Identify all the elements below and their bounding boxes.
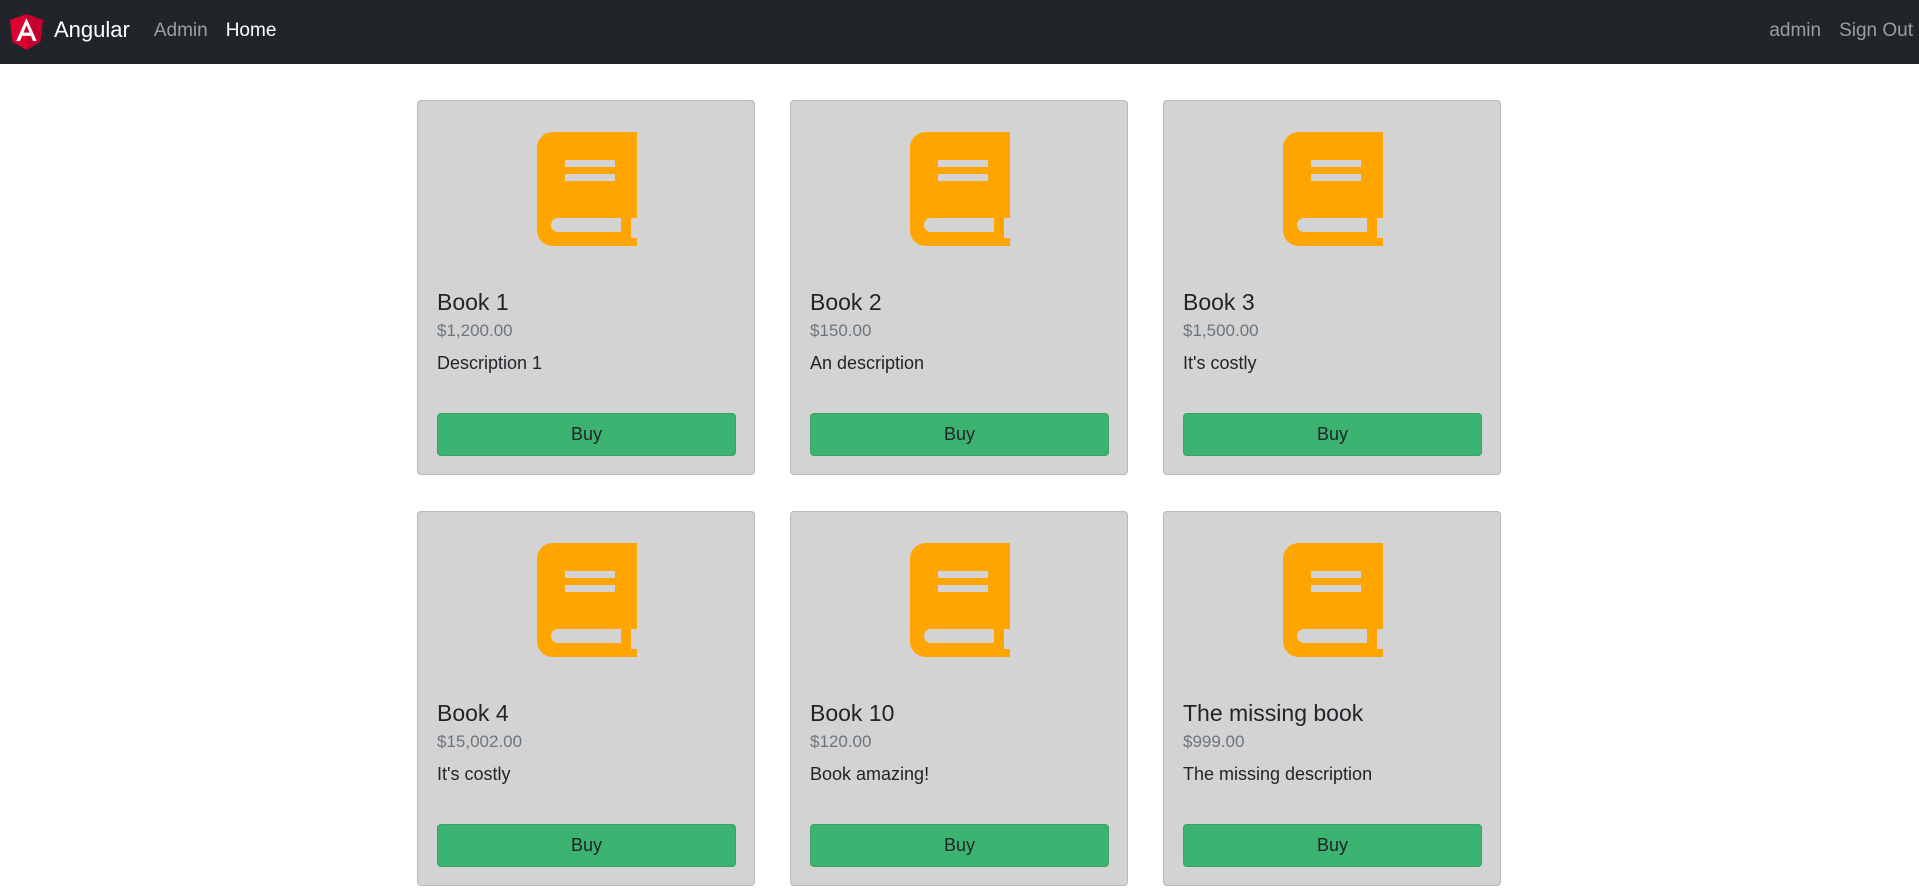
book-grid: Book 1 $1,200.00 Description 1 Buy Book … [417,100,1501,886]
book-price: $150.00 [810,321,872,340]
book-description: An description [810,353,925,373]
book-price: $1,200.00 [437,321,513,340]
book-price: $999.00 [1183,732,1245,751]
buy-button[interactable]: Buy [810,413,1109,456]
book-title: Book 3 [1183,289,1255,315]
main-nav: Admin Home [154,20,295,42]
book-description: The missing description [1183,764,1373,784]
book-card: The missing book $999.00 The missing des… [1163,511,1501,886]
buy-button[interactable]: Buy [437,413,736,456]
book-icon [537,543,637,657]
book-title: Book 10 [810,700,895,726]
sign-out-link[interactable]: Sign Out [1839,20,1913,42]
book-price: $15,002.00 [437,732,523,751]
buy-button[interactable]: Buy [1183,824,1482,867]
user-name-link[interactable]: admin [1769,20,1821,42]
nav-link-admin[interactable]: Admin [154,20,208,42]
book-description: It's costly [437,764,511,784]
book-icon [910,132,1010,246]
book-icon [537,132,637,246]
book-icon [1283,132,1383,246]
buy-button[interactable]: Buy [810,824,1109,867]
book-card: Book 3 $1,500.00 It's costly Buy [1163,100,1501,475]
book-card: Book 10 $120.00 Book amazing! Buy [790,511,1128,886]
brand-title: Angular [54,17,130,42]
book-card: Book 4 $15,002.00 It's costly Buy [417,511,755,886]
book-title: Book 1 [437,289,509,315]
book-price: $1,500.00 [1183,321,1259,340]
angular-logo-icon [10,14,43,50]
top-navbar: Angular Admin Home admin Sign Out [0,0,1919,64]
book-title: The missing book [1183,700,1364,726]
book-description: Description 1 [437,353,543,373]
book-icon [910,543,1010,657]
book-description: Book amazing! [810,764,930,784]
buy-button[interactable]: Buy [437,824,736,867]
brand-link[interactable]: Angular [10,13,130,51]
book-description: It's costly [1183,353,1257,373]
book-icon [1283,543,1383,657]
book-price: $120.00 [810,732,872,751]
book-title: Book 4 [437,700,509,726]
book-title: Book 2 [810,289,882,315]
nav-link-home[interactable]: Home [226,20,277,42]
book-card: Book 1 $1,200.00 Description 1 Buy [417,100,755,475]
book-card: Book 2 $150.00 An description Buy [790,100,1128,475]
buy-button[interactable]: Buy [1183,413,1482,456]
user-nav: admin Sign Out [1751,20,1913,42]
